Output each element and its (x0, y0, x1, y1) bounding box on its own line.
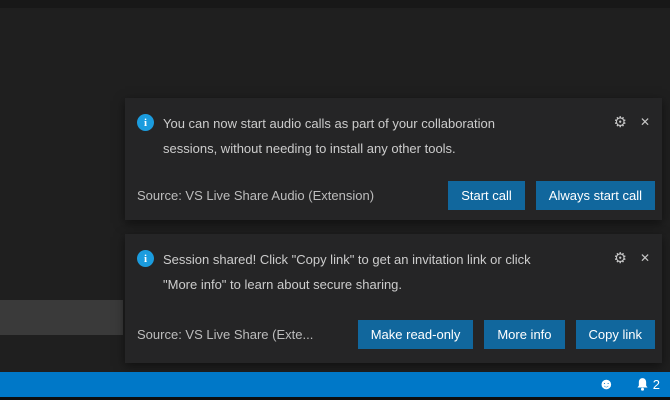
button-row: Make read-only More info Copy link (357, 320, 655, 349)
feedback-smiley-icon[interactable]: ☻ (598, 376, 615, 393)
window-top-edge (0, 0, 670, 8)
notification-source: Source: VS Live Share (Exte... (137, 327, 314, 342)
toast-footer: Source: VS Live Share (Exte... Make read… (137, 320, 655, 349)
make-read-only-button[interactable]: Make read-only (357, 320, 474, 349)
message-line: sessions, without needing to install any… (163, 141, 456, 156)
toast-body: i Session shared! Click "Copy link" to g… (125, 234, 662, 297)
message-line: You can now start audio calls as part of… (163, 116, 495, 131)
toast-controls: ⚙ ✕ (613, 247, 650, 267)
toast-body: i You can now start audio calls as part … (125, 98, 662, 161)
notification-toast-session-shared: i Session shared! Click "Copy link" to g… (125, 234, 662, 363)
background-widget-strip (0, 300, 123, 335)
close-icon[interactable]: ✕ (640, 114, 650, 131)
copy-link-button[interactable]: Copy link (575, 320, 655, 349)
notification-message: You can now start audio calls as part of… (163, 111, 601, 161)
toast-footer: Source: VS Live Share Audio (Extension) … (137, 181, 655, 210)
notifications-bell-button[interactable]: 2 (635, 377, 660, 392)
info-icon: i (137, 114, 154, 131)
gear-icon[interactable]: ⚙ (613, 250, 626, 267)
notification-message: Session shared! Click "Copy link" to get… (163, 247, 601, 297)
status-bar: ☻ 2 (0, 372, 670, 397)
always-start-call-button[interactable]: Always start call (535, 181, 655, 210)
message-line: "More info" to learn about secure sharin… (163, 277, 403, 292)
start-call-button[interactable]: Start call (448, 181, 525, 210)
notification-source: Source: VS Live Share Audio (Extension) (137, 188, 375, 203)
notification-count-badge: 2 (652, 377, 660, 392)
toast-controls: ⚙ ✕ (613, 111, 650, 131)
button-row: Start call Always start call (448, 181, 655, 210)
more-info-button[interactable]: More info (484, 320, 565, 349)
info-icon: i (137, 250, 154, 267)
bell-icon (637, 378, 648, 391)
message-line: Session shared! Click "Copy link" to get… (163, 252, 531, 267)
gear-icon[interactable]: ⚙ (613, 114, 626, 131)
notification-toast-audio: i You can now start audio calls as part … (125, 98, 662, 220)
close-icon[interactable]: ✕ (640, 250, 650, 267)
